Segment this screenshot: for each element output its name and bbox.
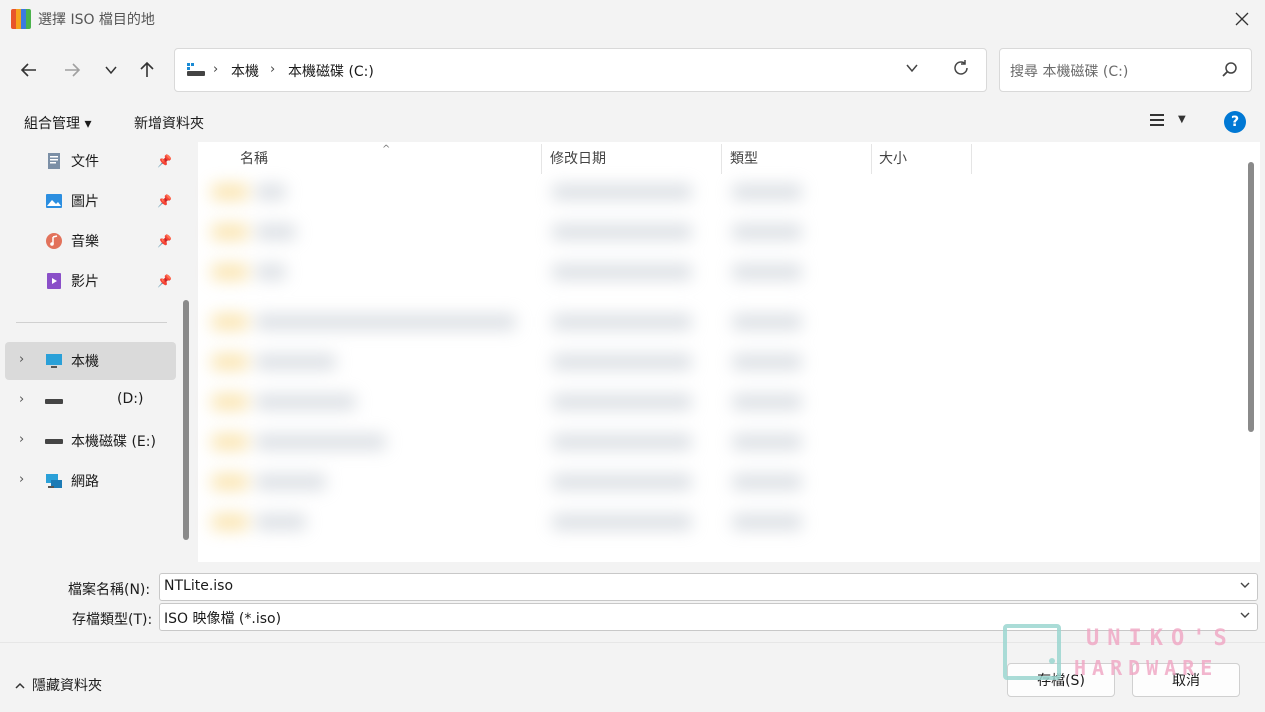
up-button[interactable] xyxy=(131,54,163,86)
filetype-value: ISO 映像檔 (*.iso) xyxy=(164,611,282,627)
column-divider[interactable] xyxy=(721,144,722,174)
chevron-down-icon xyxy=(906,64,918,73)
address-bar[interactable]: › 本機 › 本機磁碟 (C:) xyxy=(174,48,987,92)
chevron-down-icon[interactable] xyxy=(1239,579,1251,591)
breadcrumb-this-pc[interactable]: 本機 xyxy=(231,61,259,81)
sort-ascending-icon: ^ xyxy=(382,144,391,155)
drive-icon xyxy=(45,439,63,444)
save-form: 檔案名稱(N): NTLite.iso 存檔類型(T): ISO 映像檔 (*.… xyxy=(0,562,1265,642)
sidebar-item-label: 圖片 xyxy=(71,194,99,210)
column-divider[interactable] xyxy=(541,144,542,174)
pin-icon[interactable]: 📌 xyxy=(157,154,172,168)
sidebar-item-drive-d[interactable]: › (D:) xyxy=(5,382,176,420)
pin-icon[interactable]: 📌 xyxy=(157,234,172,248)
sidebar-item-label: 影片 xyxy=(71,274,99,290)
sidebar-item-this-pc[interactable]: › 本機 xyxy=(5,342,176,380)
navigation-pane: 文件 📌 圖片 📌 音樂 📌 影片 📌 › 本機 › (D:) › 本機磁碟 (… xyxy=(0,142,196,562)
pin-icon[interactable]: 📌 xyxy=(157,274,172,288)
back-button[interactable] xyxy=(13,54,45,86)
hide-folders-toggle[interactable]: 隱藏資料夾 xyxy=(14,675,102,695)
forward-button[interactable] xyxy=(56,54,88,86)
filename-label: 檔案名稱(N): xyxy=(68,582,151,598)
chevron-down-icon xyxy=(105,66,117,75)
document-icon xyxy=(48,153,60,169)
breadcrumb-separator-icon: › xyxy=(270,62,276,77)
drive-icon xyxy=(45,399,63,404)
column-header-label: 名稱 xyxy=(240,151,268,167)
column-header-type[interactable]: 類型 xyxy=(730,148,758,176)
sidebar-item-music[interactable]: 音樂 📌 xyxy=(5,222,176,260)
watermark-line2: HARDWARE xyxy=(1074,656,1219,680)
window-title: 選擇 ISO 檔目的地 xyxy=(38,12,155,28)
column-header-size[interactable]: 大小 xyxy=(879,148,907,176)
arrow-right-icon xyxy=(65,63,81,77)
help-icon[interactable]: ? xyxy=(1224,111,1246,133)
nav-divider xyxy=(16,322,167,323)
column-divider[interactable] xyxy=(871,144,872,174)
column-header-name[interactable]: 名稱 ^ xyxy=(240,144,390,176)
music-icon xyxy=(46,233,62,249)
command-bar: 組合管理 ▾ 新增資料夾 ▼ ? xyxy=(0,102,1265,142)
refresh-button[interactable] xyxy=(951,58,971,83)
chevron-right-icon[interactable]: › xyxy=(19,472,24,487)
watermark-logo xyxy=(1003,624,1061,680)
sidebar-item-label: 音樂 xyxy=(71,234,99,250)
chevron-up-icon xyxy=(15,682,25,689)
search-icon xyxy=(1222,62,1237,77)
search-input[interactable]: 搜尋 本機磁碟 (C:) xyxy=(1010,61,1128,81)
sidebar-item-label: 網路 xyxy=(71,474,99,490)
navigation-scrollbar[interactable] xyxy=(183,300,189,540)
chevron-right-icon[interactable]: › xyxy=(19,352,24,367)
recent-locations-button[interactable] xyxy=(95,54,127,86)
watermark-line1: UNIKO'S xyxy=(1086,626,1235,651)
organize-button[interactable]: 組合管理 ▾ xyxy=(24,113,91,133)
refresh-icon xyxy=(954,60,968,75)
computer-icon xyxy=(46,354,62,368)
file-list-scrollbar[interactable] xyxy=(1248,162,1254,432)
filename-input[interactable]: NTLite.iso xyxy=(159,573,1258,601)
close-icon xyxy=(1235,12,1249,26)
sidebar-item-label: 本機 xyxy=(71,354,99,370)
sidebar-item-label: 文件 xyxy=(71,154,99,170)
sidebar-item-label: (D:) xyxy=(117,391,144,407)
app-icon xyxy=(11,9,31,29)
arrow-up-icon xyxy=(140,61,154,77)
title-bar: 選擇 ISO 檔目的地 xyxy=(0,0,1265,38)
chevron-right-icon[interactable]: › xyxy=(19,432,24,447)
chevron-down-icon[interactable] xyxy=(1239,609,1251,621)
drive-icon xyxy=(187,63,205,77)
arrow-left-icon xyxy=(20,63,36,77)
breadcrumb-separator-icon: › xyxy=(213,62,219,77)
view-options-icon[interactable] xyxy=(1150,114,1164,128)
chevron-right-icon[interactable]: › xyxy=(19,392,24,407)
breadcrumb-c-drive[interactable]: 本機磁碟 (C:) xyxy=(288,61,374,81)
video-icon xyxy=(47,273,61,289)
sidebar-item-videos[interactable]: 影片 📌 xyxy=(5,262,176,300)
navigation-bar: › 本機 › 本機磁碟 (C:) 搜尋 本機磁碟 (C:) xyxy=(0,38,1265,102)
new-folder-button[interactable]: 新增資料夾 xyxy=(134,113,204,133)
blurred-file-rows xyxy=(212,184,832,554)
filetype-label: 存檔類型(T): xyxy=(72,612,153,628)
picture-icon xyxy=(46,194,62,208)
column-divider[interactable] xyxy=(971,144,972,174)
file-list: 名稱 ^ 修改日期 類型 大小 xyxy=(198,142,1260,562)
sidebar-item-pictures[interactable]: 圖片 📌 xyxy=(5,182,176,220)
sidebar-item-network[interactable]: › 網路 xyxy=(5,462,176,500)
sidebar-item-documents[interactable]: 文件 📌 xyxy=(5,142,176,180)
filename-value[interactable]: NTLite.iso xyxy=(164,578,233,594)
hide-folders-label: 隱藏資料夾 xyxy=(32,678,102,694)
column-header-date[interactable]: 修改日期 xyxy=(550,148,606,176)
address-dropdown-button[interactable] xyxy=(905,61,919,79)
view-caret-icon[interactable]: ▼ xyxy=(1178,114,1186,125)
search-box[interactable]: 搜尋 本機磁碟 (C:) xyxy=(999,48,1252,92)
pin-icon[interactable]: 📌 xyxy=(157,194,172,208)
close-button[interactable] xyxy=(1219,0,1265,38)
network-icon xyxy=(46,474,62,488)
sidebar-item-label: 本機磁碟 (E:) xyxy=(71,434,156,450)
sidebar-item-drive-e[interactable]: › 本機磁碟 (E:) xyxy=(5,422,176,460)
